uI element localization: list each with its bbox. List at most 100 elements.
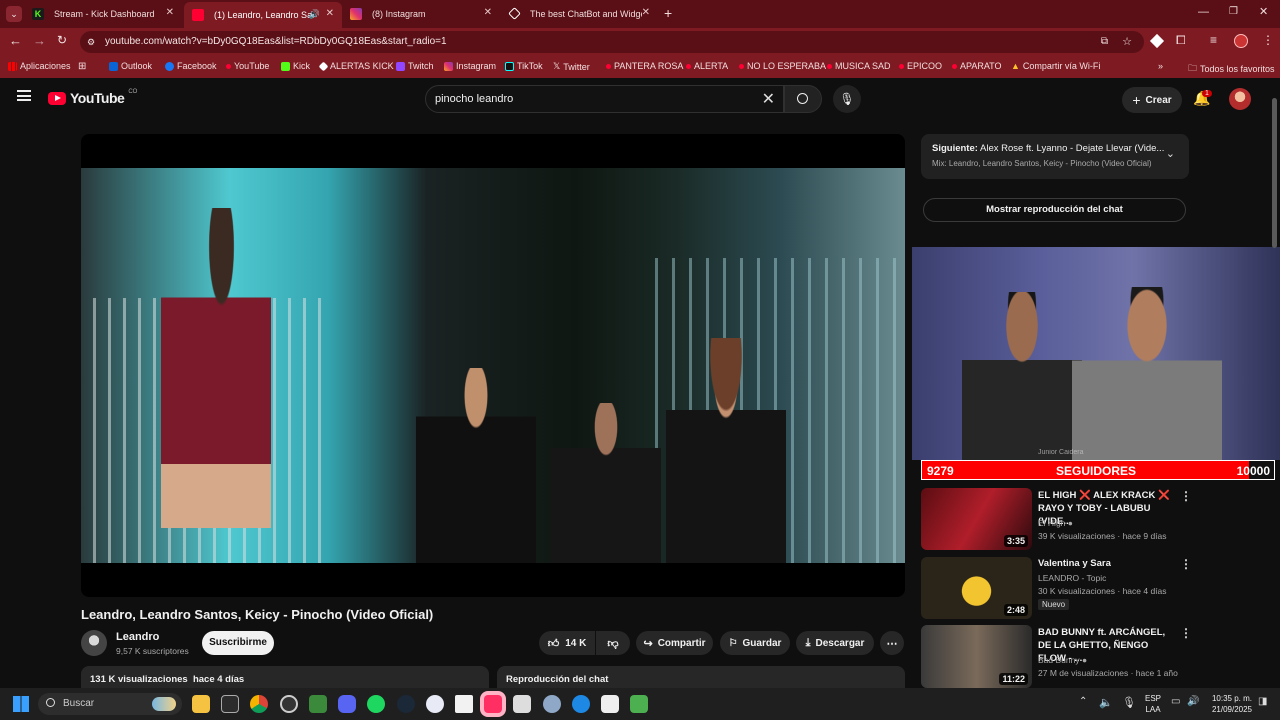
more-actions-button[interactable]: ⋯ [880, 631, 904, 655]
close-icon[interactable]: ✕ [642, 7, 650, 18]
tiktok-icon[interactable] [484, 695, 502, 713]
bookmark-aplicaciones[interactable]: Aplicaciones [8, 61, 71, 71]
profile-icon[interactable] [1234, 34, 1248, 48]
keyboard-language[interactable]: ESP LAA [1145, 693, 1161, 715]
notification-center-icon[interactable]: ◨ [1258, 696, 1267, 707]
search-button[interactable] [784, 85, 822, 113]
file-explorer-icon[interactable] [192, 695, 210, 713]
store-icon[interactable] [221, 695, 239, 713]
bookmark-no-lo-esperaba[interactable]: NO LO ESPERABA [739, 61, 826, 71]
bookmark-compartir-wifi[interactable]: ▲ Compartir vía Wi-Fi [1011, 61, 1100, 71]
share-button[interactable]: ↪ Compartir [636, 631, 713, 655]
recommendation-channel[interactable]: LEANDRO - Topic [1038, 573, 1106, 583]
bookmark-twitter[interactable]: 𝕏 Twitter [553, 61, 590, 72]
notes-icon[interactable] [455, 695, 473, 713]
site-info-icon[interactable]: ⚙ [87, 31, 95, 53]
subscribe-button[interactable]: Suscribirme [202, 631, 274, 655]
tab-chatbot[interactable]: The best ChatBot and Widgets ✕ [500, 4, 658, 24]
recommendation-thumbnail[interactable]: 11:22 [921, 625, 1032, 688]
minecraft-icon[interactable] [630, 695, 648, 713]
hamburger-menu-icon[interactable] [17, 90, 31, 101]
settings-icon[interactable] [543, 695, 561, 713]
restore-icon[interactable]: ❐ [1229, 6, 1238, 17]
media-control-icon[interactable]: ≡ [1210, 33, 1217, 47]
recommendation-thumbnail[interactable]: 3:35 [921, 488, 1032, 550]
search-input[interactable]: pinocho leandro [435, 93, 513, 105]
bookmark-alertas-kick[interactable]: ALERTAS KICK [318, 61, 394, 71]
clear-search-icon[interactable]: ✕ [762, 89, 775, 109]
save-button[interactable]: ⚐ Guardar [720, 631, 790, 655]
taskbar-search[interactable]: Buscar [38, 693, 182, 715]
microphone-icon[interactable]: 🎙 [1122, 696, 1136, 709]
recommendation-channel[interactable]: Bad Bunny ● [1038, 655, 1087, 665]
browser-menu-icon[interactable]: ⋮ [1262, 33, 1274, 47]
tray-overflow-icon[interactable]: ⌃ [1079, 696, 1087, 707]
app-diamond-icon[interactable] [426, 695, 444, 713]
bookmark-twitch[interactable]: Twitch [396, 61, 434, 71]
extension-diamond-icon[interactable] [1149, 33, 1165, 49]
avatar[interactable] [1229, 88, 1251, 110]
close-icon[interactable]: ✕ [326, 8, 334, 19]
youtube-logo[interactable]: YouTube CO [48, 89, 137, 106]
discord-icon[interactable] [338, 695, 356, 713]
download-button[interactable]: ⤓ Descargar [796, 631, 874, 655]
forward-icon[interactable]: → [33, 33, 46, 48]
recommendation-channel[interactable]: El High ● [1038, 518, 1073, 528]
recommendation-title[interactable]: Valentina y Sara [1038, 557, 1173, 570]
app-green-icon[interactable] [309, 695, 327, 713]
speaker-icon[interactable]: 🔊 [1187, 696, 1199, 707]
windows-start-icon[interactable] [13, 696, 29, 712]
voice-search-icon[interactable]: 🎙 [833, 85, 861, 113]
back-icon[interactable]: ← [9, 33, 22, 48]
tab-kick-dashboard[interactable]: K Stream - Kick Dashboard ✕ [24, 4, 182, 24]
close-icon[interactable]: ✕ [166, 7, 174, 18]
show-chat-button[interactable]: Mostrar reproducción del chat [923, 198, 1186, 222]
bookmark-epicoo[interactable]: EPICOO [899, 61, 942, 71]
clock[interactable]: 10:35 p. m. 21/09/2025 [1208, 693, 1252, 715]
page-scrollbar[interactable] [1272, 98, 1277, 248]
extensions-icon[interactable]: ⧠ [1176, 33, 1186, 48]
address-bar[interactable]: ⚙ youtube.com/watch?v=bDy0GQ18Eas&list=R… [80, 31, 1144, 53]
new-tab-icon[interactable]: + [664, 5, 672, 21]
next-up-panel[interactable]: Siguiente: Alex Rose ft. Lyanno - Dejate… [921, 134, 1189, 179]
reload-icon[interactable]: ↻ [57, 33, 67, 47]
bookmarks-overflow-icon[interactable]: » [1158, 61, 1163, 71]
capcut-icon[interactable] [572, 695, 590, 713]
tab-search-chevron-icon[interactable]: ⌄ [6, 6, 22, 22]
search-box[interactable]: pinocho leandro ✕ [425, 85, 784, 113]
all-bookmarks[interactable]: 🗀 Todos los favoritos [1188, 61, 1275, 77]
bookmark-star-icon[interactable]: ☆ [1122, 31, 1132, 53]
bookmark-grid[interactable]: ⊞ [78, 61, 86, 72]
volume-icon[interactable]: 🔈 [1099, 696, 1113, 709]
create-button[interactable]: + Crear [1122, 87, 1182, 113]
bookmark-outlook[interactable]: Outlook [109, 61, 152, 71]
bookmark-instagram[interactable]: Instagram [444, 61, 496, 71]
video-player[interactable] [81, 134, 905, 597]
tab-instagram[interactable]: (8) Instagram ✕ [342, 4, 500, 24]
more-vertical-icon[interactable]: ⋮ [1180, 557, 1192, 571]
spotify-icon[interactable] [367, 695, 385, 713]
like-button[interactable]: 👍︎ 14 K [539, 631, 595, 655]
speaker-icon[interactable]: 🔊 [309, 9, 320, 20]
network-icon[interactable]: ▭ [1171, 696, 1180, 707]
clipboard-icon[interactable] [513, 695, 531, 713]
more-vertical-icon[interactable]: ⋮ [1180, 626, 1192, 640]
bookmark-alerta[interactable]: ALERTA [686, 61, 728, 71]
close-icon[interactable]: ✕ [484, 7, 492, 18]
tab-youtube-active[interactable]: (1) Leandro, Leandro Santos 🔊 ✕ [184, 2, 342, 28]
channel-name[interactable]: Leandro [116, 631, 159, 643]
chevron-down-icon[interactable]: ⌄ [1166, 147, 1175, 160]
recommendation-thumbnail[interactable]: 2:48 [921, 557, 1032, 619]
bookmark-musica-sad[interactable]: MUSICA SAD [827, 61, 891, 71]
bookmark-pantera-rosa[interactable]: PANTERA ROSA [606, 61, 683, 71]
app-box-icon[interactable] [601, 695, 619, 713]
bookmark-tiktok[interactable]: TikTok [505, 61, 543, 71]
bookmark-facebook[interactable]: Facebook [165, 61, 217, 71]
chrome-icon[interactable] [250, 695, 268, 713]
more-vertical-icon[interactable]: ⋮ [1180, 489, 1192, 503]
steam-icon[interactable] [397, 695, 415, 713]
close-window-icon[interactable]: ✕ [1259, 5, 1268, 18]
obs-icon[interactable] [280, 695, 298, 713]
minimize-icon[interactable]: — [1198, 6, 1209, 18]
bookmark-kick[interactable]: Kick [281, 61, 310, 71]
